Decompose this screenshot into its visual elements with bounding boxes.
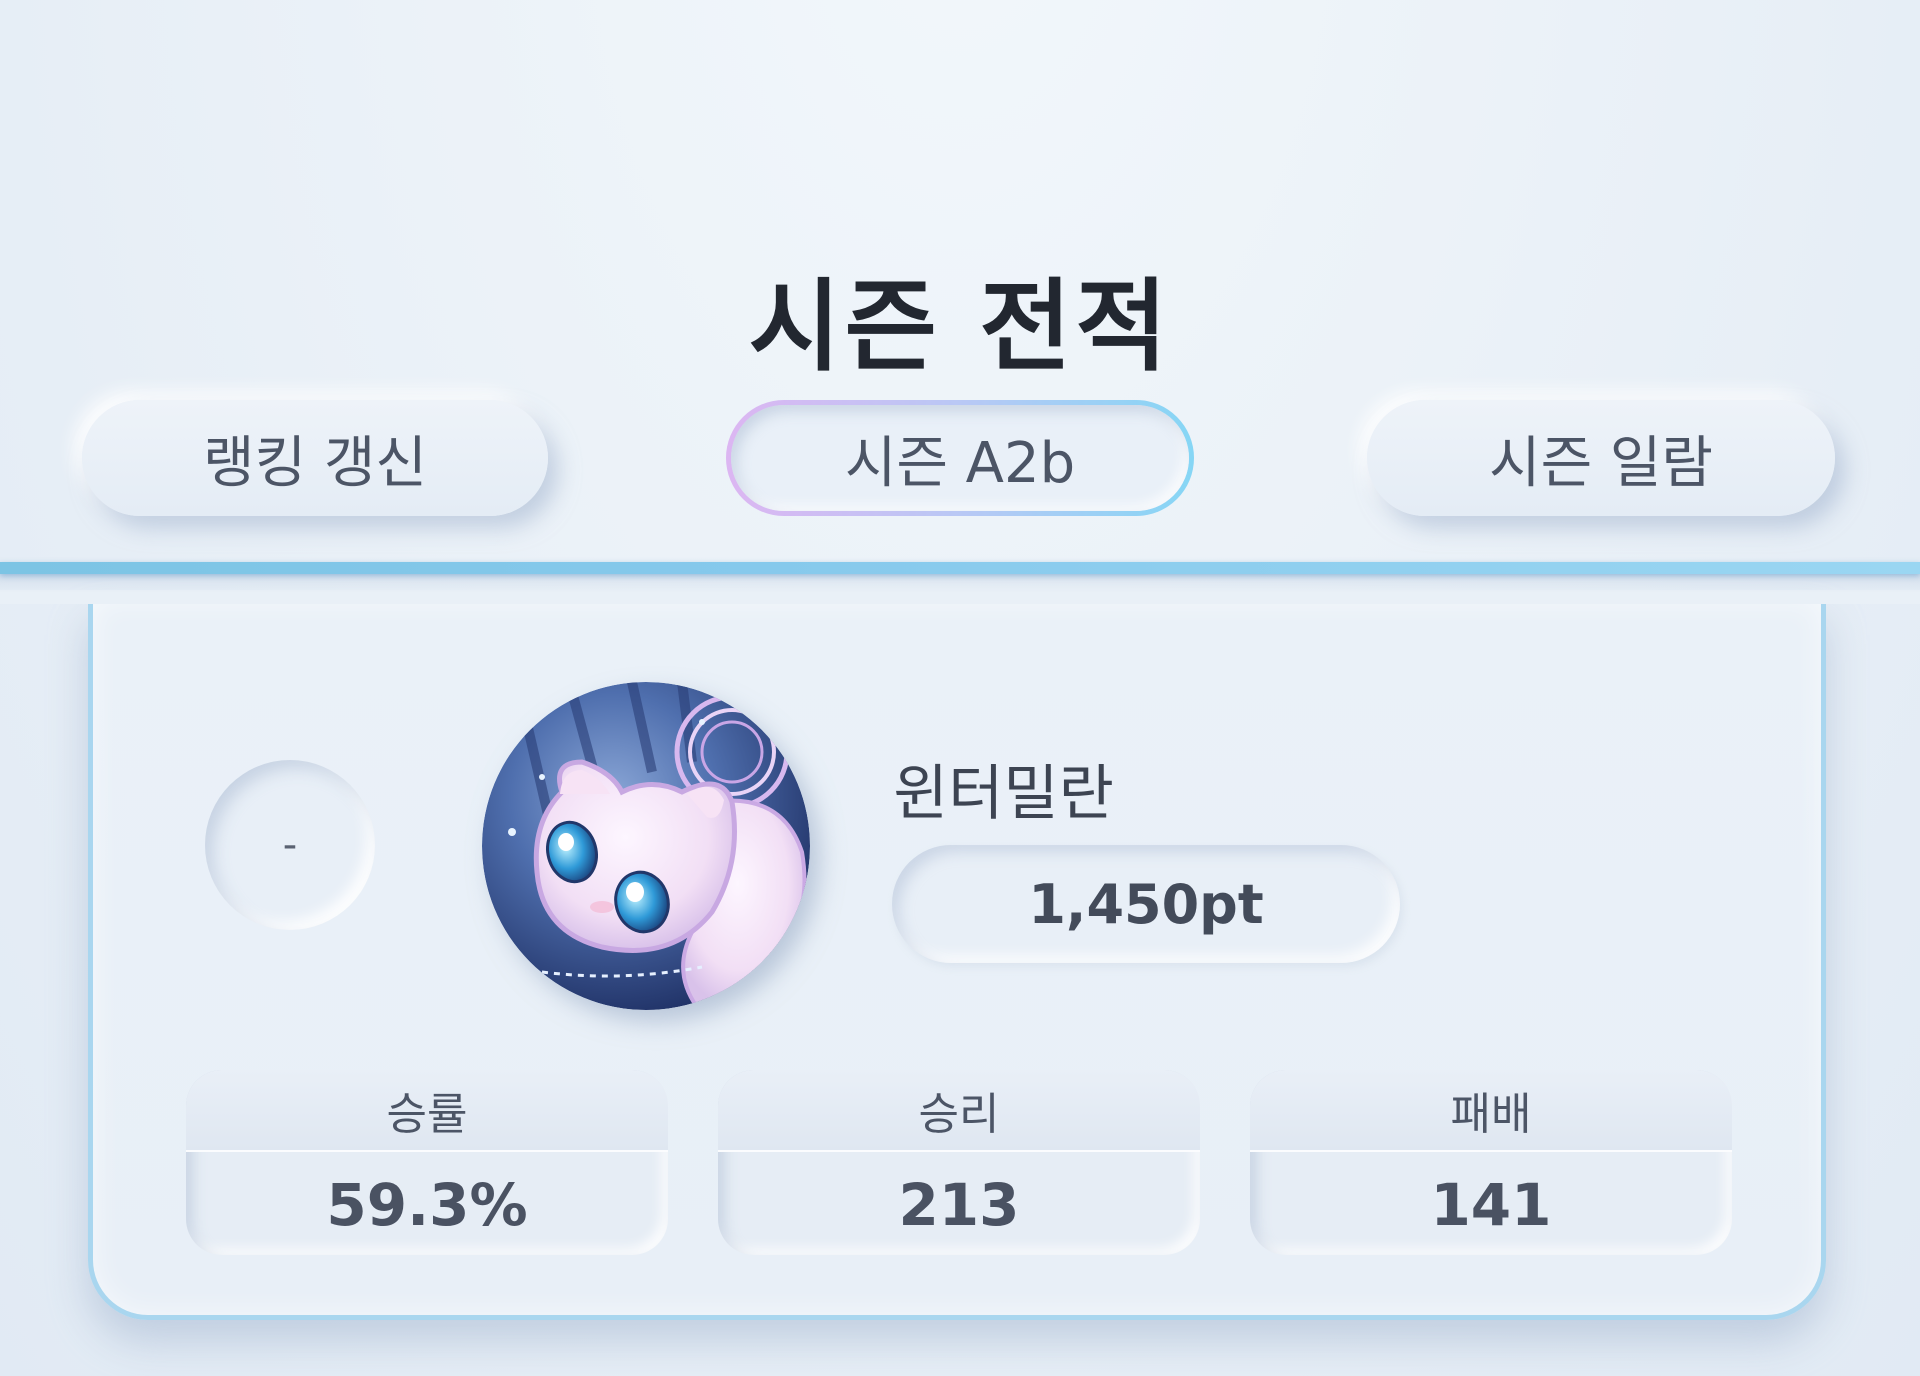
points-badge: 1,450pt	[892, 845, 1400, 963]
stat-value: 213	[898, 1170, 1020, 1239]
wins-stat: 승리 213	[718, 1070, 1200, 1255]
losses-stat: 패배 141	[1250, 1070, 1732, 1255]
season-list-button[interactable]: 시즌 일람	[1367, 400, 1835, 516]
mew-avatar-icon[interactable]	[482, 682, 810, 1010]
stat-label: 승리	[718, 1070, 1200, 1152]
page-title: 시즌 전적	[748, 268, 1172, 385]
stat-label: 패배	[1250, 1070, 1732, 1152]
ranking-refresh-button[interactable]: 랭킹 갱신	[82, 400, 548, 516]
stat-label: 승률	[186, 1070, 668, 1152]
season-select-button[interactable]: 시즌 A2b	[726, 400, 1194, 516]
header-divider	[0, 562, 1920, 574]
win-rate-stat: 승률 59.3%	[186, 1070, 668, 1255]
player-name: 윈터밀란	[893, 759, 1114, 829]
stat-value: 59.3%	[326, 1170, 528, 1239]
stat-value: 141	[1430, 1170, 1552, 1239]
rank-badge: -	[205, 760, 375, 930]
